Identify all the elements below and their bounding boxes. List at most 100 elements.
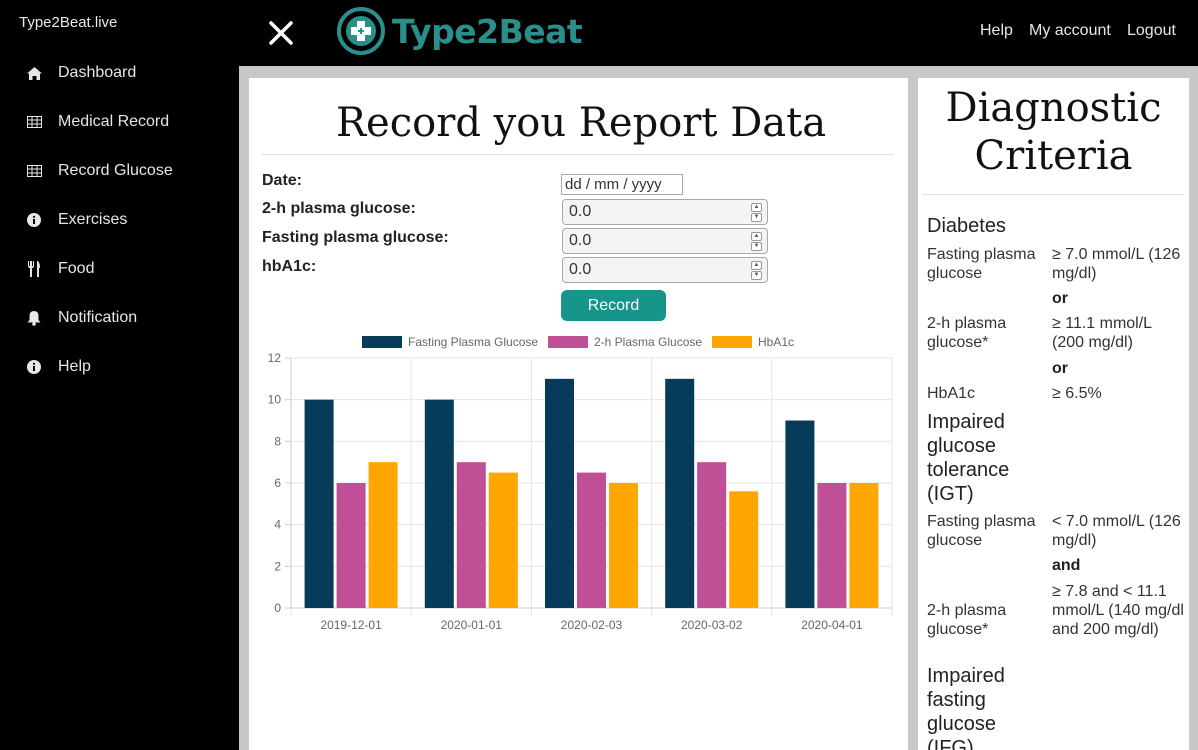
sidebar-item-label: Medical Record: [58, 113, 170, 130]
bar: [697, 462, 727, 608]
table-icon: [26, 116, 42, 128]
criteria-label: HbA1c: [927, 385, 976, 402]
bell-icon: [26, 310, 42, 326]
info-icon: [26, 213, 42, 227]
legend-label: Fasting Plasma Glucose: [408, 335, 538, 349]
connector-and: and: [1052, 557, 1081, 574]
sidebar-item-label: Notification: [58, 309, 138, 326]
info-icon: [26, 360, 42, 374]
bar: [336, 483, 366, 608]
bar: [456, 462, 486, 608]
sidebar-item-medical-record[interactable]: Medical Record: [0, 102, 239, 142]
x-tick-label: 2020-03-02: [681, 618, 743, 632]
bar: [577, 472, 606, 608]
diabetes-heading: Diabetes: [927, 215, 1006, 237]
help-link[interactable]: Help: [980, 22, 1013, 40]
sidebar-item-dashboard[interactable]: Dashboard: [0, 53, 239, 93]
sidebar-item-food[interactable]: Food: [0, 249, 239, 289]
criteria-value: < 7.0 mmol/L (126 mg/dl): [1052, 513, 1181, 549]
y-tick-label: 4: [274, 518, 281, 532]
bar: [609, 483, 638, 608]
glucose-bar-chart: Fasting Plasma Glucose 2-h Plasma Glucose…: [268, 335, 893, 632]
two-h-glucose-input[interactable]: 0.0 ▲ ▼: [562, 199, 768, 225]
top-bar: Type2Beat Help My account Logout: [239, 0, 1198, 66]
legend-swatch: [548, 336, 588, 348]
y-tick-label: 12: [268, 351, 282, 365]
hba1c-input[interactable]: 0.0 ▲ ▼: [562, 257, 768, 283]
fasting-glucose-input[interactable]: 0.0 ▲ ▼: [562, 228, 768, 254]
bar: [368, 462, 398, 608]
my-account-link[interactable]: My account: [1029, 22, 1111, 40]
ifg-heading: Impaired fasting glucose (IFG): [927, 665, 1005, 750]
number-stepper[interactable]: ▲ ▼: [751, 203, 762, 222]
bar: [545, 378, 574, 608]
sidebar-item-notification[interactable]: Notification: [0, 298, 239, 338]
logo-text: Type2Beat: [392, 11, 583, 51]
bar: [785, 420, 815, 608]
x-tick-label: 2019-12-01: [320, 618, 382, 632]
input-value: 0.0: [569, 261, 592, 278]
criteria-label: 2-h plasma glucose*: [927, 315, 1007, 351]
sidebar-item-record-glucose[interactable]: Record Glucose: [0, 151, 239, 191]
sidebar-item-exercises[interactable]: Exercises: [0, 200, 239, 240]
medical-cross-logo-icon: [337, 7, 385, 55]
input-value: 0.0: [569, 232, 592, 249]
sidebar-item-label: Dashboard: [58, 64, 137, 81]
bar: [849, 483, 879, 608]
brand-name[interactable]: Type2Beat.live: [19, 14, 117, 31]
logo[interactable]: Type2Beat: [336, 6, 583, 56]
chevron-up-icon[interactable]: ▲: [751, 261, 762, 270]
criteria-value: ≥ 6.5%: [1052, 385, 1102, 402]
criteria-value: ≥ 11.1 mmol/L (200 mg/dl): [1052, 315, 1152, 351]
date-label: Date:: [262, 172, 303, 189]
legend-swatch: [712, 336, 752, 348]
criteria-label: 2-h plasma glucose*: [927, 602, 1007, 638]
logout-link[interactable]: Logout: [1127, 22, 1176, 40]
page-title: Record you Report Data: [335, 100, 827, 146]
chevron-down-icon[interactable]: ▼: [751, 213, 762, 222]
sidebar-item-help[interactable]: Help: [0, 347, 239, 387]
connector-or: or: [1052, 290, 1068, 307]
bar: [424, 399, 454, 608]
bar: [665, 378, 695, 608]
bar: [304, 399, 334, 608]
record-panel: Record you Report Data Date: dd / mm / y…: [249, 78, 908, 750]
y-tick-label: 10: [268, 393, 282, 407]
close-icon: [269, 21, 293, 45]
x-tick-label: 2020-01-01: [441, 618, 503, 632]
diagnostic-criteria-panel: Diagnostic Criteria Diabetes Fasting pla…: [918, 78, 1189, 750]
date-input[interactable]: dd / mm / yyyy: [561, 174, 683, 195]
y-tick-label: 6: [274, 476, 281, 490]
bar: [488, 472, 518, 608]
y-tick-label: 8: [274, 434, 281, 448]
divider: [922, 194, 1184, 195]
sidebar: Type2Beat.live Dashboard Medical Record …: [0, 0, 239, 750]
legend-label: 2-h Plasma Glucose: [594, 335, 702, 349]
criteria-label: Fasting plasma glucose: [927, 246, 1036, 282]
sidebar-item-label: Food: [58, 260, 95, 277]
sidebar-item-label: Record Glucose: [58, 162, 173, 179]
chevron-up-icon[interactable]: ▲: [751, 203, 762, 212]
bar: [729, 491, 759, 608]
number-stepper[interactable]: ▲ ▼: [751, 232, 762, 251]
record-button[interactable]: Record: [561, 290, 666, 321]
chevron-down-icon[interactable]: ▼: [751, 242, 762, 251]
chevron-down-icon[interactable]: ▼: [751, 271, 762, 280]
two-h-glucose-label: 2-h plasma glucose:: [262, 200, 416, 217]
connector-or: or: [1052, 360, 1068, 377]
y-tick-label: 0: [274, 601, 281, 615]
chevron-up-icon[interactable]: ▲: [751, 232, 762, 241]
diagnostic-title: Diagnostic Criteria: [918, 84, 1189, 180]
sidebar-item-label: Help: [58, 358, 91, 375]
table-icon: [26, 165, 42, 177]
diagnostic-title-line: Diagnostic: [945, 85, 1162, 131]
close-menu-button[interactable]: [265, 17, 297, 49]
home-icon: [26, 66, 42, 80]
divider: [262, 154, 894, 155]
content-area: Record you Report Data Date: dd / mm / y…: [239, 66, 1198, 750]
legend-swatch: [362, 336, 402, 348]
x-tick-label: 2020-02-03: [561, 618, 623, 632]
criteria-value: ≥ 7.8 and < 11.1 mmol/L (140 mg/dl and 2…: [1052, 583, 1184, 638]
number-stepper[interactable]: ▲ ▼: [751, 261, 762, 280]
diagnostic-title-line: Criteria: [974, 133, 1133, 179]
